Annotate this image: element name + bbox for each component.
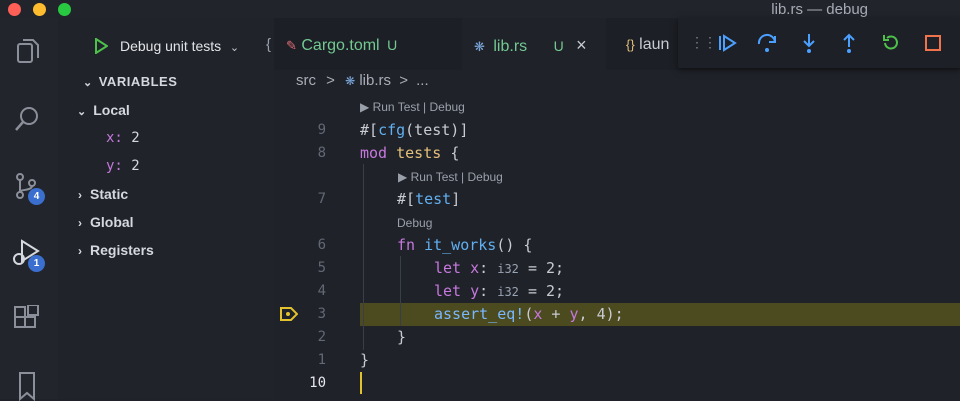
stop-icon[interactable]	[922, 32, 944, 54]
codelens-run-test[interactable]: ▶ Run Test | Debug	[360, 100, 465, 114]
extensions-icon[interactable]	[12, 305, 42, 335]
title-bar: lib.rs — debug	[0, 0, 960, 18]
debug-toolbar: ⋮⋮	[678, 18, 960, 68]
breadcrumb-symbol[interactable]: ...	[416, 72, 429, 89]
line-number: 1	[317, 352, 326, 368]
debug-sidebar: Debug unit tests ⌄ { ⌄ VARIABLES ⌄ Local x…	[58, 18, 274, 399]
tab-cargo-toml[interactable]: ✎ Cargo.toml U	[286, 18, 454, 70]
run-config-bar: Debug unit tests ⌄ {	[58, 18, 274, 70]
code-line: fn it_works() {	[397, 236, 533, 254]
code-line: #[cfg(test)]	[360, 121, 469, 139]
code-line: let y: i32 = 2;	[434, 282, 565, 300]
code-line: }	[397, 328, 407, 346]
line-number: 5	[317, 260, 326, 276]
continue-icon[interactable]	[716, 32, 738, 54]
step-out-icon[interactable]	[838, 32, 860, 54]
breadcrumb-separator: >	[399, 72, 408, 89]
chevron-down-icon: ⌄	[83, 77, 93, 89]
restart-icon[interactable]	[880, 32, 902, 54]
tree-registers[interactable]: › Registers	[78, 242, 154, 258]
variable-x[interactable]: x: 2	[106, 130, 140, 146]
code-line: let x: i32 = 2;	[434, 259, 565, 277]
close-window-button[interactable]	[8, 3, 21, 16]
code-line: mod tests {	[360, 144, 460, 162]
tree-local[interactable]: ⌄ Local	[77, 102, 130, 118]
indent-guide	[363, 164, 364, 350]
tree-static[interactable]: › Static	[78, 186, 128, 202]
line-number: 9	[317, 122, 326, 138]
line-number-current: 10	[309, 375, 326, 391]
chevron-right-icon: ›	[78, 244, 82, 258]
bookmarks-icon[interactable]	[12, 371, 42, 401]
chevron-down-icon: ⌄	[77, 106, 87, 118]
debug-config-select[interactable]: Debug unit tests ⌄	[120, 38, 239, 54]
rust-file-icon: ❋	[474, 39, 485, 54]
close-icon[interactable]: ×	[576, 35, 587, 55]
line-number: 2	[317, 329, 326, 345]
minimize-window-button[interactable]	[33, 3, 46, 16]
variable-y[interactable]: y: 2	[106, 158, 140, 174]
code-line: }	[360, 351, 370, 369]
source-control-badge: 4	[28, 188, 45, 205]
breadcrumb: src > ❋ lib.rs > ...	[296, 72, 429, 89]
drag-handle-icon[interactable]: ⋮⋮	[690, 34, 717, 51]
breadcrumb-folder[interactable]: src	[296, 72, 316, 89]
step-into-icon[interactable]	[798, 32, 820, 54]
chevron-right-icon: ›	[78, 216, 82, 230]
tab-lib-rs[interactable]: ❋ lib.rs U ×	[462, 18, 606, 70]
chevron-right-icon: ›	[78, 188, 82, 202]
line-number: 3	[317, 306, 326, 322]
code-line: #[test]	[397, 190, 461, 208]
debug-config-label: Debug unit tests	[120, 38, 222, 54]
indent-guide	[400, 256, 401, 326]
variables-header[interactable]: ⌄ VARIABLES	[83, 74, 177, 89]
chevron-down-icon: ⌄	[229, 42, 240, 54]
line-number: 7	[317, 191, 326, 207]
line-number: 4	[317, 283, 326, 299]
codelens-run-test[interactable]: ▶ Run Test | Debug	[398, 170, 503, 184]
activity-bar: 4 1	[0, 18, 58, 401]
step-over-icon[interactable]	[756, 32, 778, 54]
codelens-debug[interactable]: Debug	[397, 216, 432, 230]
gear-icon[interactable]: {	[266, 36, 271, 53]
tab-launch-json[interactable]: {} laun	[626, 18, 686, 70]
start-debugging-icon[interactable]	[94, 38, 108, 54]
search-icon[interactable]	[12, 104, 42, 134]
tree-global[interactable]: › Global	[78, 214, 134, 230]
code-editor[interactable]: ▶ Run Test | Debug 9 #[cfg(test)] 8 mod …	[274, 96, 960, 399]
rust-file-icon: ❋	[345, 74, 356, 88]
explorer-icon[interactable]	[12, 36, 42, 66]
breadcrumb-file[interactable]: lib.rs	[359, 72, 391, 89]
window-title: lib.rs — debug	[771, 1, 868, 18]
maximize-window-button[interactable]	[58, 3, 71, 16]
line-number: 6	[317, 237, 326, 253]
json-icon: {}	[626, 37, 635, 52]
text-cursor	[360, 372, 362, 394]
breadcrumb-separator: >	[326, 72, 335, 89]
toml-icon: ✎	[286, 38, 297, 53]
run-debug-badge: 1	[28, 255, 45, 272]
code-line-current: assert_eq!(x + y, 4);	[434, 305, 624, 323]
line-number: 8	[317, 145, 326, 161]
